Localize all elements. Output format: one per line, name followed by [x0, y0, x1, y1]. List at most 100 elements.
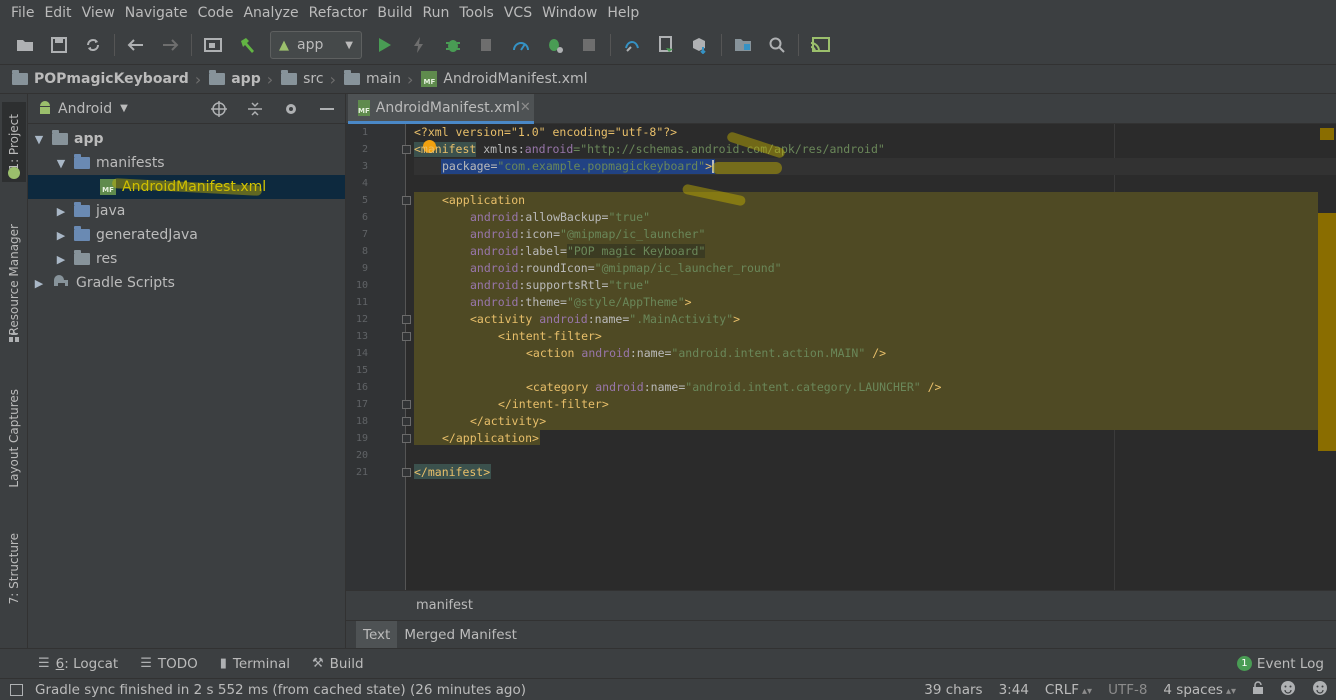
open-folder-icon[interactable] — [13, 33, 37, 57]
fold-marker-icon[interactable] — [402, 145, 411, 154]
menu-run[interactable]: Run — [418, 5, 455, 21]
fold-marker-icon[interactable] — [402, 196, 411, 205]
stop-icon[interactable] — [577, 33, 601, 57]
status-encoding[interactable]: UTF-8 — [1108, 682, 1147, 698]
attach-debugger-icon[interactable] — [475, 33, 499, 57]
tool-build[interactable]: ⚒ Build — [312, 656, 364, 672]
debug-bug-icon[interactable] — [441, 33, 465, 57]
sdk-manager-icon[interactable] — [688, 33, 712, 57]
menu-code[interactable]: Code — [193, 5, 239, 21]
breadcrumb-file[interactable]: MF AndroidManifest.xml — [421, 71, 588, 87]
forward-arrow-icon[interactable] — [158, 33, 182, 57]
tree-item-java[interactable]: ▶ java — [28, 199, 345, 223]
tab-merged-manifest[interactable]: Merged Manifest — [397, 621, 524, 649]
xml-breadcrumb[interactable]: manifest — [346, 590, 1336, 620]
menu-tools[interactable]: Tools — [454, 5, 499, 21]
feedback-face-icon[interactable] — [1312, 680, 1328, 700]
fold-marker-icon[interactable] — [402, 417, 411, 426]
tab-structure[interactable]: 7: Structure — [2, 526, 26, 612]
error-stripe-marker[interactable] — [1318, 213, 1336, 451]
menu-view[interactable]: View — [77, 5, 120, 21]
tree-item-gradle-scripts[interactable]: ▶ Gradle Scripts — [28, 271, 345, 295]
collapse-arrow-icon: ▶ — [56, 252, 66, 266]
collapse-all-icon[interactable] — [243, 97, 267, 121]
code-editor[interactable]: 1 2 3 4 5 6 7 8 9 10 11 12 13 14 15 16 17 18 19 20 21 <?xml … — [346, 124, 1336, 590]
manifest-view-tabs: Text Merged Manifest — [346, 620, 1336, 649]
code-line-16: <category android:name="android.intent.c… — [414, 379, 941, 396]
status-line-separator[interactable]: CRLF ▴▾ — [1045, 682, 1092, 698]
code-line-7: android:icon="@mipmap/ic_launcher" — [414, 226, 705, 243]
tree-item-manifests[interactable]: ▼ manifests — [28, 151, 345, 175]
gradle-elephant-icon — [52, 274, 70, 292]
fold-marker-icon[interactable] — [402, 400, 411, 409]
run-icon[interactable] — [373, 33, 397, 57]
cast-screen-icon[interactable] — [808, 33, 832, 57]
apply-changes-icon[interactable] — [407, 33, 431, 57]
breadcrumb-module[interactable]: app › — [209, 70, 277, 89]
status-indent[interactable]: 4 spaces ▴▾ — [1163, 682, 1236, 698]
code-value: "com.example.popmagickeyboard" — [497, 159, 706, 173]
avd-manager-icon[interactable] — [654, 33, 678, 57]
gear-icon[interactable] — [279, 97, 303, 121]
minimize-icon[interactable] — [315, 97, 339, 121]
inspector-face-icon[interactable] — [1280, 680, 1296, 700]
menu-navigate[interactable]: Navigate — [120, 5, 193, 21]
breadcrumb-file-label: AndroidManifest.xml — [443, 71, 588, 87]
breadcrumb-main[interactable]: main › — [344, 70, 417, 89]
error-stripe-marker[interactable] — [1320, 128, 1334, 140]
tool-terminal[interactable]: ▮ Terminal — [220, 656, 290, 672]
code-attr: :theme= — [518, 295, 567, 309]
code-attr: :icon= — [518, 227, 561, 241]
hammer-build-icon[interactable] — [235, 33, 259, 57]
menu-help[interactable]: Help — [602, 5, 644, 21]
fold-marker-icon[interactable] — [402, 332, 411, 341]
menu-analyze[interactable]: Analyze — [238, 5, 303, 21]
menu-refactor[interactable]: Refactor — [304, 5, 373, 21]
locate-target-icon[interactable] — [207, 97, 231, 121]
gradle-sync-icon[interactable] — [620, 33, 644, 57]
tab-androidmanifest[interactable]: MF AndroidManifest.xml ✕ — [348, 94, 534, 124]
tool-event-log[interactable]: 1 Event Log — [1236, 656, 1324, 672]
fold-marker-icon[interactable] — [402, 468, 411, 477]
manifest-file-icon: MF — [358, 99, 370, 116]
menu-edit[interactable]: Edit — [39, 5, 76, 21]
tool-todo[interactable]: ☰ TODO — [140, 656, 198, 672]
lock-icon[interactable] — [1252, 680, 1264, 699]
code-line-18: </activity> — [414, 413, 546, 430]
code-line-10: android:supportsRtl="true" — [414, 277, 650, 294]
code-tag: /> — [920, 380, 942, 394]
window-icon[interactable] — [201, 33, 225, 57]
menu-vcs[interactable]: VCS — [499, 5, 537, 21]
fold-marker-icon[interactable] — [402, 434, 411, 443]
save-icon[interactable] — [47, 33, 71, 57]
menu-window[interactable]: Window — [537, 5, 602, 21]
profiler-gauge-icon[interactable] — [509, 33, 533, 57]
tree-item-generatedjava[interactable]: ▶ generatedJava — [28, 223, 345, 247]
folder-icon — [74, 202, 90, 217]
debug-gear-icon[interactable] — [543, 33, 567, 57]
breadcrumb-src[interactable]: src › — [281, 70, 340, 89]
status-message[interactable]: Gradle sync finished in 2 s 552 ms (from… — [35, 682, 526, 698]
tree-item-app[interactable]: ▼ app — [28, 127, 345, 151]
tool-logcat[interactable]: ☰ 6: Logcat — [38, 656, 118, 672]
tab-resource-manager[interactable]: Resource Manager — [2, 210, 26, 350]
menu-file[interactable]: File — [6, 5, 39, 21]
tab-text[interactable]: Text — [356, 620, 398, 649]
code-value: "@mipmap/ic_launcher_round" — [594, 261, 782, 275]
toggle-tool-windows-icon[interactable] — [10, 683, 23, 696]
close-icon[interactable]: ✕ — [520, 100, 531, 115]
chevron-updown-icon: ▴▾ — [1082, 685, 1093, 697]
status-position[interactable]: 3:44 — [999, 682, 1029, 698]
sync-icon[interactable] — [81, 33, 105, 57]
menu-build[interactable]: Build — [372, 5, 417, 21]
back-arrow-icon[interactable] — [124, 33, 148, 57]
tab-layout-captures[interactable]: Layout Captures — [2, 378, 26, 498]
fold-marker-icon[interactable] — [402, 315, 411, 324]
tree-item-res[interactable]: ▶ res — [28, 247, 345, 271]
search-icon[interactable] — [765, 33, 789, 57]
line-number: 7 — [361, 229, 368, 240]
project-structure-icon[interactable] — [731, 33, 755, 57]
run-config-dropdown[interactable]: ▲ app ▼ — [270, 31, 362, 59]
breadcrumb-project[interactable]: POPmagicKeyboard › — [12, 70, 205, 89]
project-view-dropdown[interactable]: Android ▼ — [38, 99, 128, 119]
